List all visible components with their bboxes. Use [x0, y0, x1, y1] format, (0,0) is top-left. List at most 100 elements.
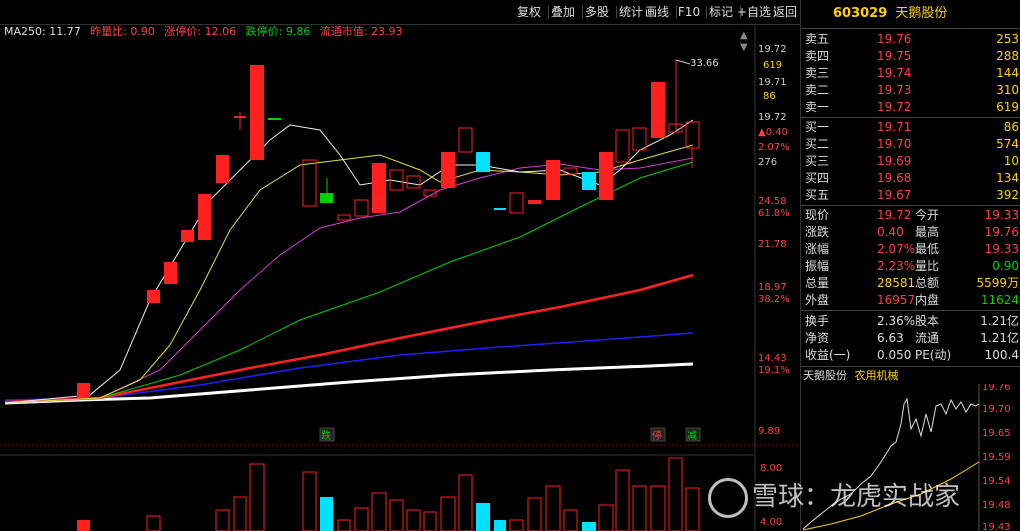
ma20-line	[4, 157, 694, 404]
mini-axis-label: 19.54	[982, 476, 1011, 487]
stock-header: 603029 天鹅股份	[801, 3, 1020, 25]
candle	[441, 152, 455, 188]
ma30-line	[4, 161, 694, 404]
volume-bars	[77, 457, 700, 531]
fuquan-button[interactable]: 复权	[512, 3, 549, 21]
axis-label: 19.72	[758, 112, 787, 123]
axis-label: 2.07%	[758, 142, 790, 153]
multi-stock-button[interactable]: 多股	[580, 3, 617, 21]
ask-row-3[interactable]: 卖三 19.74 144	[801, 64, 1020, 82]
candle	[354, 199, 369, 217]
candle	[406, 175, 421, 189]
ma120-line	[4, 332, 694, 401]
watermark-logo-icon	[708, 477, 748, 518]
quote-row: 总量 28581 总额 5599万	[805, 276, 1019, 290]
bid-row-1[interactable]: 买一 19.71 86	[801, 118, 1020, 136]
candle	[198, 194, 211, 240]
axis-label: 61.8%	[758, 208, 790, 219]
back-button[interactable]: 返回	[770, 3, 803, 21]
axis-label: 18.97	[758, 282, 787, 293]
mini-sector[interactable]: 农用机械	[855, 369, 899, 382]
candle	[528, 200, 541, 204]
axis-label: ▲0.40	[758, 127, 788, 138]
candle	[599, 152, 613, 200]
candle	[372, 163, 386, 213]
axis-label: 14.43	[758, 353, 787, 364]
candle	[181, 230, 194, 242]
candle	[685, 121, 700, 149]
bid-row-2[interactable]: 买二 19.70 574	[801, 135, 1020, 153]
candle	[77, 383, 90, 398]
candle	[632, 127, 647, 151]
mini-axis-label: 19.59	[982, 452, 1011, 463]
axis-label: 24.58	[758, 196, 787, 207]
axis-label: 4.00	[760, 517, 782, 528]
draw-line-button[interactable]: 画线	[640, 3, 677, 21]
mini-axis-label: 19.76	[982, 384, 1011, 393]
quote-row: 涨跌 0.40 最高 19.76	[805, 225, 1019, 239]
candle	[651, 82, 665, 138]
candle	[546, 160, 560, 200]
candle	[563, 167, 578, 175]
ma5-line	[4, 119, 694, 404]
axis-label: 619	[763, 60, 782, 71]
stock-code: 603029	[833, 6, 888, 21]
quote-row: 涨幅 2.07% 最低 19.33	[805, 242, 1019, 256]
quote-row: 净资 6.63 流通 1.21亿	[805, 331, 1019, 345]
bid-row-5[interactable]: 买五 19.67 392	[801, 186, 1020, 204]
candle	[234, 116, 246, 118]
ask-row-5[interactable]: 卖五 19.76 253	[801, 30, 1020, 48]
axis-label: 8.00	[760, 463, 782, 474]
axis-label: 21.78	[758, 239, 787, 250]
mini-stock-name: 天鹅股份	[803, 369, 847, 382]
ask-row-1[interactable]: 卖一 19.72 619	[801, 98, 1020, 116]
candle	[458, 127, 473, 153]
axis-label: 276	[758, 157, 777, 168]
quote-panel: 603029 天鹅股份 卖五 19.76 253 卖四 19.75 288 卖三…	[800, 0, 1020, 531]
axis-label: 86	[763, 91, 776, 102]
mark-button[interactable]: 标记	[704, 3, 741, 21]
candle	[302, 159, 317, 207]
quote-row: 外盘 16957 内盘 11624	[805, 293, 1019, 307]
quote-row: 振幅 2.23% 量比 0.90	[805, 259, 1019, 273]
axis-label: 38.2%	[758, 294, 790, 305]
scroll-up-icon: ▲	[740, 30, 748, 41]
quote-row: 换手 2.36% 股本 1.21亿	[805, 314, 1019, 328]
mini-chart-title: 天鹅股份 农用机械	[803, 368, 899, 384]
bid-row-4[interactable]: 买四 19.68 134	[801, 169, 1020, 187]
ask-row-2[interactable]: 卖二 19.73 310	[801, 81, 1020, 99]
candle	[509, 192, 524, 214]
axis-label: 9.89	[758, 426, 780, 437]
chart-toolbar: 复权 叠加 多股 统计 画线 F10 标记 +自选 返回	[0, 0, 803, 25]
bid-row-3[interactable]: 买三 19.69 10	[801, 152, 1020, 170]
f10-button[interactable]: F10	[674, 3, 707, 21]
marker-die: 跌	[321, 429, 331, 442]
price-axis: 19.72 619 19.71 86 19.72 ▲0.40 2.07% 276…	[758, 44, 790, 528]
candle	[337, 214, 351, 221]
scroll-down-icon: ▼	[740, 42, 748, 53]
high-price-label: 33.66	[690, 58, 719, 69]
candle	[615, 129, 630, 163]
candle	[250, 65, 264, 160]
axis-label: 19.72	[758, 44, 787, 55]
candle	[494, 208, 506, 210]
quote-row: 收益(一) 0.050 PE(动) 100.4	[805, 348, 1019, 362]
mini-axis-label: 19.48	[982, 500, 1011, 511]
candles	[77, 60, 700, 398]
ask-row-4[interactable]: 卖四 19.75 288	[801, 47, 1020, 65]
kline-chart[interactable]: ▲ ▼ 33.66 跌 停 减 19.72 619 19.71 86 19.72…	[0, 24, 800, 531]
candle	[147, 290, 160, 303]
axis-label: 19.1%	[758, 365, 790, 376]
axis-label: 19.71	[758, 77, 787, 88]
watermark: 雪球：龙虎实战家	[708, 477, 961, 518]
stock-name: 天鹅股份	[895, 6, 948, 21]
overlay-button[interactable]: 叠加	[546, 3, 583, 21]
candle	[320, 193, 333, 203]
watermark-text: 雪球：龙虎实战家	[752, 482, 961, 512]
candle	[268, 118, 281, 120]
mini-axis-label: 19.43	[982, 522, 1011, 531]
candle	[216, 155, 229, 183]
quote-row: 现价 19.72 今开 19.33	[805, 208, 1019, 222]
add-favorite-button[interactable]: +自选	[736, 3, 775, 21]
mini-axis-label: 19.65	[982, 428, 1011, 439]
